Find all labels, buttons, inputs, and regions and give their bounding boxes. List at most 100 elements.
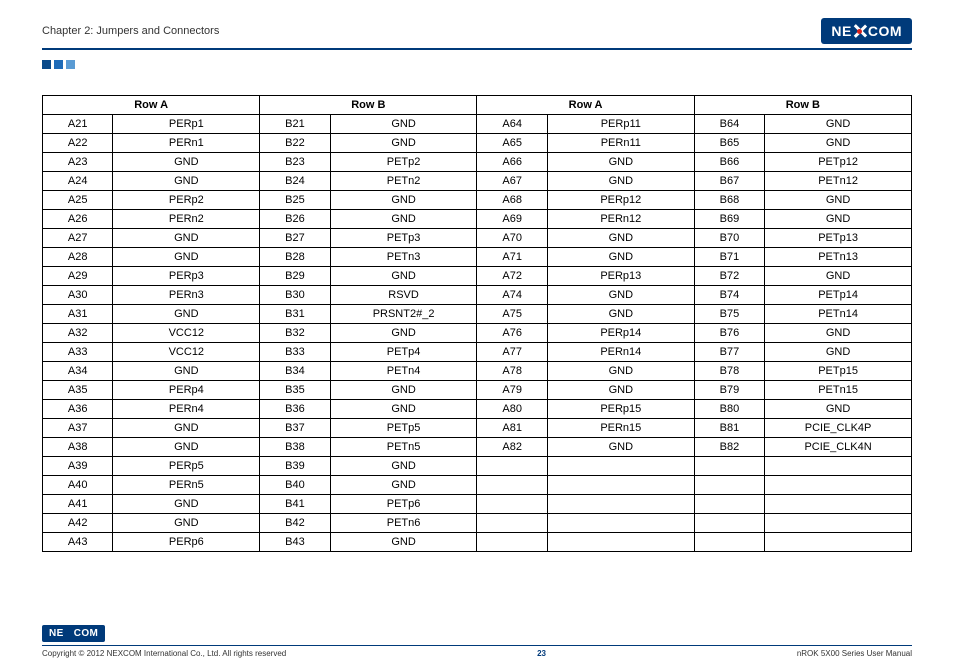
table-cell: A22: [43, 134, 113, 153]
table-cell: A66: [477, 153, 547, 172]
table-cell: GND: [113, 305, 260, 324]
table-cell: A21: [43, 115, 113, 134]
table-cell: PETp14: [765, 286, 912, 305]
table-cell: B75: [694, 305, 764, 324]
table-cell: PERp12: [547, 191, 694, 210]
table-cell: PETn4: [330, 362, 477, 381]
table-cell: PETn13: [765, 248, 912, 267]
table-cell: GND: [765, 324, 912, 343]
table-cell: GND: [330, 533, 477, 552]
table-cell: B40: [260, 476, 330, 495]
header-rule: [42, 48, 912, 50]
table-cell: [547, 533, 694, 552]
table-cell: [477, 476, 547, 495]
table-row: A26PERn2B26GNDA69PERn12B69GND: [43, 210, 912, 229]
col-header-row-a-1: Row A: [43, 96, 260, 115]
table-cell: B23: [260, 153, 330, 172]
table-cell: B39: [260, 457, 330, 476]
table-cell: GND: [765, 134, 912, 153]
table-cell: PETn3: [330, 248, 477, 267]
table-cell: B41: [260, 495, 330, 514]
table-cell: B33: [260, 343, 330, 362]
table-cell: GND: [330, 210, 477, 229]
table-cell: A36: [43, 400, 113, 419]
table-cell: PETp5: [330, 419, 477, 438]
table-cell: PERn12: [547, 210, 694, 229]
table-cell: [694, 476, 764, 495]
table-cell: PETn6: [330, 514, 477, 533]
table-cell: B77: [694, 343, 764, 362]
table-cell: B35: [260, 381, 330, 400]
table-cell: A64: [477, 115, 547, 134]
table-cell: A69: [477, 210, 547, 229]
table-cell: PCIE_CLK4N: [765, 438, 912, 457]
table-cell: A41: [43, 495, 113, 514]
table-cell: B64: [694, 115, 764, 134]
logo-x-icon: [853, 24, 867, 38]
table-cell: PERp15: [547, 400, 694, 419]
table-cell: B27: [260, 229, 330, 248]
footer-logo: NE COM: [42, 625, 105, 642]
table-cell: B32: [260, 324, 330, 343]
table-cell: GND: [113, 438, 260, 457]
col-header-row-b-1: Row B: [260, 96, 477, 115]
table-cell: GND: [330, 115, 477, 134]
table-row: A37GNDB37PETp5A81PERn15B81PCIE_CLK4P: [43, 419, 912, 438]
table-cell: GND: [113, 229, 260, 248]
table-row: A29PERp3B29GNDA72PERp13B72GND: [43, 267, 912, 286]
table-row: A24GNDB24PETn2A67GNDB67PETn12: [43, 172, 912, 191]
page-footer: NE COM Copyright © 2012 NEXCOM Internati…: [42, 623, 912, 659]
table-cell: B65: [694, 134, 764, 153]
table-row: A41GNDB41PETp6: [43, 495, 912, 514]
table-cell: A71: [477, 248, 547, 267]
table-row: A21PERp1B21GNDA64PERp11B64GND: [43, 115, 912, 134]
table-cell: [547, 476, 694, 495]
table-cell: GND: [330, 191, 477, 210]
page-number: 23: [537, 649, 546, 658]
table-cell: PERn14: [547, 343, 694, 362]
table-cell: PETn12: [765, 172, 912, 191]
table-cell: PERp6: [113, 533, 260, 552]
table-cell: GND: [765, 267, 912, 286]
table-cell: A23: [43, 153, 113, 172]
table-cell: B68: [694, 191, 764, 210]
table-row: A32VCC12B32GNDA76PERp14B76GND: [43, 324, 912, 343]
table-cell: A38: [43, 438, 113, 457]
table-cell: A72: [477, 267, 547, 286]
table-cell: A67: [477, 172, 547, 191]
table-cell: A79: [477, 381, 547, 400]
table-cell: GND: [547, 362, 694, 381]
logo-text-right: COM: [868, 23, 902, 39]
table-cell: PETn5: [330, 438, 477, 457]
col-header-row-a-2: Row A: [477, 96, 694, 115]
table-row: A34GNDB34PETn4A78GNDB78PETp15: [43, 362, 912, 381]
table-cell: A26: [43, 210, 113, 229]
table-cell: B31: [260, 305, 330, 324]
table-cell: [765, 495, 912, 514]
table-cell: A28: [43, 248, 113, 267]
pinout-table: Row A Row B Row A Row B A21PERp1B21GNDA6…: [42, 95, 912, 552]
table-cell: B69: [694, 210, 764, 229]
table-cell: B25: [260, 191, 330, 210]
table-cell: PETn2: [330, 172, 477, 191]
table-row: A35PERp4B35GNDA79GNDB79PETn15: [43, 381, 912, 400]
table-cell: PETp3: [330, 229, 477, 248]
table-cell: PERp11: [547, 115, 694, 134]
table-row: A39PERp5B39GND: [43, 457, 912, 476]
table-cell: A37: [43, 419, 113, 438]
footer-logo-x-icon: [64, 628, 74, 638]
footer-rule: [42, 645, 912, 647]
manual-title: nROK 5X00 Series User Manual: [797, 649, 912, 658]
table-cell: A35: [43, 381, 113, 400]
table-cell: RSVD: [330, 286, 477, 305]
table-cell: PETp13: [765, 229, 912, 248]
table-cell: GND: [330, 400, 477, 419]
table-cell: GND: [547, 229, 694, 248]
table-cell: GND: [330, 324, 477, 343]
table-cell: PERn11: [547, 134, 694, 153]
table-cell: B78: [694, 362, 764, 381]
table-cell: PRSNT2#_2: [330, 305, 477, 324]
table-cell: GND: [113, 495, 260, 514]
table-cell: A27: [43, 229, 113, 248]
table-cell: GND: [547, 172, 694, 191]
